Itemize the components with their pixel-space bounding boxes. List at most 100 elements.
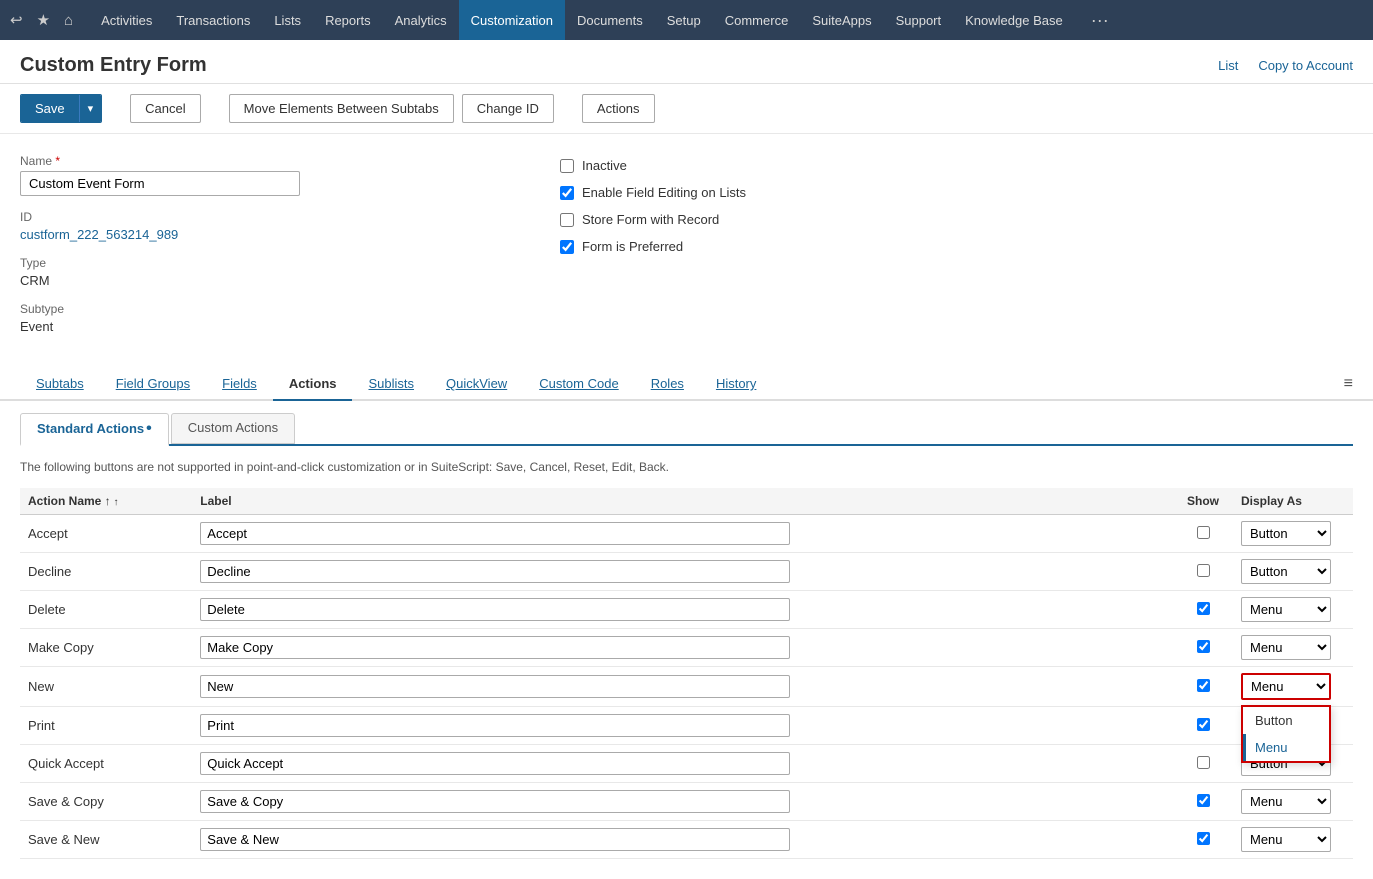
subtype-label: Subtype: [20, 302, 520, 316]
display-as-select[interactable]: ButtonMenu: [1241, 521, 1331, 546]
move-elements-button[interactable]: Move Elements Between Subtabs: [229, 94, 454, 123]
favorites-icon[interactable]: ★: [37, 11, 50, 29]
form-left: Name * ID custform_222_563214_989 Type C…: [20, 154, 520, 348]
save-button-group: Save ▾: [20, 94, 102, 123]
tab-history[interactable]: History: [700, 368, 772, 401]
top-navigation: ↩ ★ ⌂ Activities Transactions Lists Repo…: [0, 0, 1373, 40]
display-as-select[interactable]: ButtonMenu: [1241, 673, 1331, 700]
show-checkbox[interactable]: [1197, 640, 1210, 653]
list-link[interactable]: List: [1218, 58, 1238, 73]
nav-item-transactions[interactable]: Transactions: [164, 0, 262, 40]
label-input[interactable]: [200, 790, 790, 813]
display-as-cell: ButtonMenu: [1233, 783, 1353, 821]
show-checkbox[interactable]: [1197, 564, 1210, 577]
display-as-cell: ButtonMenu: [1233, 591, 1353, 629]
label-input[interactable]: [200, 714, 790, 737]
label-input[interactable]: [200, 598, 790, 621]
dropdown-option-button[interactable]: Button: [1243, 707, 1329, 734]
display-as-select[interactable]: ButtonMenu: [1241, 827, 1331, 852]
display-as-select[interactable]: ButtonMenu: [1241, 635, 1331, 660]
nav-item-customization[interactable]: Customization: [459, 0, 565, 40]
nav-item-setup[interactable]: Setup: [655, 0, 713, 40]
tab-customcode[interactable]: Custom Code: [523, 368, 634, 401]
nav-utility-icons: ↩ ★ ⌂: [10, 11, 73, 29]
change-id-button[interactable]: Change ID: [462, 94, 554, 123]
field-editing-label: Enable Field Editing on Lists: [582, 185, 746, 200]
display-as-select[interactable]: ButtonMenu: [1241, 789, 1331, 814]
label-input[interactable]: [200, 522, 790, 545]
display-as-dropdown-container: ButtonMenu: [1241, 597, 1331, 622]
nav-item-activities[interactable]: Activities: [89, 0, 164, 40]
table-header-row: Action Name ↑ Label Show Display As: [20, 488, 1353, 515]
actions-button[interactable]: Actions: [582, 94, 655, 123]
show-cell: [1173, 629, 1233, 667]
page-header: Custom Entry Form List Copy to Account: [0, 40, 1373, 84]
nav-item-support[interactable]: Support: [884, 0, 954, 40]
nav-item-suiteapps[interactable]: SuiteApps: [800, 0, 883, 40]
history-icon[interactable]: ↩: [10, 11, 23, 29]
tabs-bar: Subtabs Field Groups Fields Actions Subl…: [0, 368, 1373, 401]
copy-to-account-link[interactable]: Copy to Account: [1258, 58, 1353, 73]
inactive-checkbox[interactable]: [560, 159, 574, 173]
show-cell: [1173, 783, 1233, 821]
show-checkbox[interactable]: [1197, 602, 1210, 615]
label-input[interactable]: [200, 675, 790, 698]
tab-quickview[interactable]: QuickView: [430, 368, 523, 401]
save-dropdown-button[interactable]: ▾: [80, 95, 102, 122]
nav-more-icon[interactable]: ···: [1079, 0, 1121, 40]
nav-item-analytics[interactable]: Analytics: [383, 0, 459, 40]
show-cell: [1173, 667, 1233, 707]
type-field-group: Type CRM: [20, 256, 520, 288]
save-button[interactable]: Save: [21, 95, 80, 122]
store-form-checkbox[interactable]: [560, 213, 574, 227]
show-cell: [1173, 591, 1233, 629]
form-right: Inactive Enable Field Editing on Lists S…: [560, 154, 960, 348]
show-checkbox[interactable]: [1197, 794, 1210, 807]
action-name-cell: New: [20, 667, 192, 707]
tab-subtabs[interactable]: Subtabs: [20, 368, 100, 401]
display-as-select[interactable]: ButtonMenu: [1241, 559, 1331, 584]
tab-sublists[interactable]: Sublists: [352, 368, 430, 401]
col-action-name[interactable]: Action Name ↑: [20, 488, 192, 515]
subtab-custom-actions[interactable]: Custom Actions: [171, 413, 295, 444]
subtab-standard-actions[interactable]: Standard Actions•: [20, 413, 169, 446]
tab-fieldgroups[interactable]: Field Groups: [100, 368, 206, 401]
label-input[interactable]: [200, 636, 790, 659]
action-name-cell: Save & Copy: [20, 783, 192, 821]
nav-item-documents[interactable]: Documents: [565, 0, 655, 40]
field-editing-checkbox[interactable]: [560, 186, 574, 200]
tab-menu-icon[interactable]: ≡: [1344, 375, 1353, 393]
tab-actions[interactable]: Actions: [273, 368, 353, 401]
nav-item-reports[interactable]: Reports: [313, 0, 383, 40]
nav-item-lists[interactable]: Lists: [262, 0, 313, 40]
label-input[interactable]: [200, 752, 790, 775]
name-input[interactable]: [20, 171, 300, 196]
name-label: Name *: [20, 154, 520, 168]
nav-item-knowledgebase[interactable]: Knowledge Base: [953, 0, 1075, 40]
display-as-cell: ButtonMenuButtonMenu: [1233, 667, 1353, 707]
dropdown-option-menu[interactable]: Menu: [1243, 734, 1329, 761]
tab-fields[interactable]: Fields: [206, 368, 273, 401]
preferred-checkbox-group: Form is Preferred: [560, 239, 960, 254]
id-value[interactable]: custform_222_563214_989: [20, 227, 520, 242]
display-as-dropdown-overlay: ButtonMenu: [1241, 705, 1331, 763]
show-checkbox[interactable]: [1197, 718, 1210, 731]
home-icon[interactable]: ⌂: [64, 12, 73, 29]
show-checkbox[interactable]: [1197, 756, 1210, 769]
show-checkbox[interactable]: [1197, 526, 1210, 539]
tab-roles[interactable]: Roles: [635, 368, 700, 401]
label-input[interactable]: [200, 828, 790, 851]
label-input[interactable]: [200, 560, 790, 583]
col-display-as: Display As: [1233, 488, 1353, 515]
required-indicator: *: [55, 154, 60, 168]
show-cell: [1173, 515, 1233, 553]
label-cell: [192, 515, 1173, 553]
col-label: Label: [192, 488, 1173, 515]
display-as-dropdown-container: ButtonMenu: [1241, 521, 1331, 546]
form-preferred-checkbox[interactable]: [560, 240, 574, 254]
show-checkbox[interactable]: [1197, 832, 1210, 845]
nav-item-commerce[interactable]: Commerce: [713, 0, 801, 40]
show-checkbox[interactable]: [1197, 679, 1210, 692]
display-as-select[interactable]: ButtonMenu: [1241, 597, 1331, 622]
cancel-button[interactable]: Cancel: [130, 94, 200, 123]
